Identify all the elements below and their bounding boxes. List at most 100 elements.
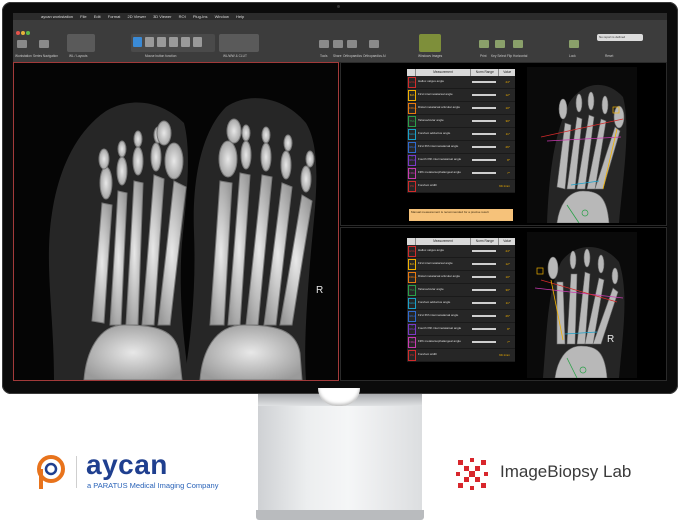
col-value: Value — [503, 70, 512, 74]
viewer-right-bottom[interactable]: Measurement Norm Range Value HVA Hallux v… — [340, 227, 667, 381]
norm-range-bar — [472, 185, 496, 187]
table-row: HVA Hallux valgus angle 24° — [407, 76, 515, 89]
series-navigation-button[interactable] — [39, 40, 49, 48]
row-value: 8° — [507, 158, 510, 162]
print-button[interactable] — [479, 40, 489, 48]
norm-range-bar — [472, 120, 496, 122]
row-name: Hallux valgus angle — [418, 248, 445, 253]
row-name: First intermetatarsal angle — [418, 92, 453, 97]
menu-roi[interactable]: ROI — [179, 14, 186, 19]
close-window-icon[interactable] — [16, 31, 20, 35]
viewer-right-top[interactable]: Measurement Norm Range Value HVA Hallux v… — [340, 62, 667, 226]
lock-button[interactable] — [569, 40, 579, 48]
warning-note: Manual measurement is recommended for a … — [409, 209, 513, 221]
menu-edit[interactable]: Edit — [94, 14, 101, 19]
annotated-foot-xray-bottom — [527, 232, 637, 378]
menu-app-name[interactable]: aycan workstation — [41, 14, 73, 19]
menu-2d-viewer[interactable]: 2D Viewer — [128, 14, 146, 19]
row-name: Forefoot adductus angle — [418, 131, 451, 136]
windows-images-label: Windows Images — [418, 54, 443, 58]
col-norm-range: Norm Range — [471, 238, 500, 245]
measurement-table-header: Measurement Norm Range Value — [407, 69, 515, 76]
tools-button[interactable] — [319, 40, 329, 48]
menu-window[interactable]: Window — [215, 14, 229, 19]
menu-plugins[interactable]: Plug-Ins — [193, 14, 208, 19]
viewer-left[interactable]: R — [13, 62, 339, 381]
zoom-window-icon[interactable] — [26, 31, 30, 35]
norm-range-bar — [472, 250, 496, 252]
flip-horizontal-button[interactable] — [513, 40, 523, 48]
table-row: MAA Forefoot adductus angle 11° — [407, 128, 515, 141]
mouse-function-group — [131, 34, 215, 52]
table-row: HVA Hallux valgus angle 24° — [407, 245, 515, 258]
row-name: First fifth intermetatarsal angle — [418, 313, 459, 318]
row-value: 12° — [505, 262, 510, 266]
row-code: FW — [408, 180, 416, 192]
stand-base — [256, 510, 424, 520]
row-name: Fourth fifth intermetatarsal angle — [418, 326, 462, 331]
wl-clut-selector[interactable] — [219, 34, 259, 52]
col-measurement: Measurement — [416, 238, 472, 245]
row-value: 99.1mm — [499, 353, 510, 357]
measure-tool-button[interactable] — [181, 37, 190, 47]
menu-help[interactable]: Help — [236, 14, 244, 19]
norm-range-bar — [472, 315, 496, 317]
share-label: Share — [333, 54, 342, 58]
measurement-table-bottom: Measurement Norm Range Value HVA Hallux v… — [407, 238, 515, 362]
norm-range-bar — [472, 276, 496, 278]
workstation-button[interactable] — [17, 40, 27, 48]
layout-selector[interactable] — [67, 34, 95, 52]
minimize-window-icon[interactable] — [21, 31, 25, 35]
row-value: 26° — [505, 145, 510, 149]
norm-range-bar — [472, 341, 496, 343]
key-select-button[interactable] — [495, 40, 505, 48]
row-name: Distal metatarsal articular angle — [418, 274, 461, 279]
row-value: 8° — [507, 327, 510, 331]
table-row: FMA Fifth metatarsophalangeal angle 7° — [407, 336, 515, 349]
row-code: IMA4-5 — [408, 323, 416, 340]
rotate-tool-button[interactable] — [169, 37, 178, 47]
row-value: 7° — [507, 171, 510, 175]
col-value: Value — [503, 239, 512, 243]
orthopaedics-button[interactable] — [347, 40, 357, 48]
menu-file[interactable]: File — [80, 14, 86, 19]
table-row: IMA1-5 First fifth intermetatarsal angle 2… — [407, 141, 515, 158]
share-button[interactable] — [333, 40, 343, 48]
pointer-tool-button[interactable] — [133, 37, 142, 47]
table-row: IMA First intermetatarsal angle 12° — [407, 89, 515, 102]
pan-tool-button[interactable] — [145, 37, 154, 47]
roi-tool-button[interactable] — [193, 37, 202, 47]
norm-range-bar — [472, 159, 496, 161]
row-name: Hallux valgus angle — [418, 79, 445, 84]
table-row: MAA Forefoot adductus angle 11° — [407, 297, 515, 310]
orthopaedics-label: Orthopaedics — [343, 54, 362, 58]
measurement-table-top: Measurement Norm Range Value HVA Hallux v… — [407, 69, 515, 193]
report-dropdown[interactable]: No report is defined — [597, 34, 643, 41]
row-value: 11° — [505, 132, 510, 136]
norm-range-bar — [472, 94, 496, 96]
menu-format[interactable]: Format — [108, 14, 121, 19]
menu-3d-viewer[interactable]: 3D Viewer — [153, 14, 171, 19]
foot-xray-bilateral — [14, 63, 338, 381]
row-code: IMA — [408, 89, 416, 101]
flip-horizontal-label: Flip Horizontal — [507, 54, 528, 58]
norm-range-bar — [472, 328, 496, 330]
row-code: IMA4-5 — [408, 154, 416, 171]
row-value: 99.1mm — [499, 184, 510, 188]
col-measurement: Measurement — [416, 69, 472, 76]
norm-range-bar — [472, 146, 496, 148]
table-row: IMA First intermetatarsal angle 12° — [407, 258, 515, 271]
imagebiopsy-wordmark: ImageBiopsy Lab — [500, 462, 632, 481]
row-code: DMAA — [408, 102, 417, 114]
windows-images-button[interactable] — [419, 34, 441, 52]
row-value: 11° — [505, 301, 510, 305]
webcam — [337, 5, 340, 8]
row-value: 7° — [507, 340, 510, 344]
series-navigation-label: Series Navigation — [33, 54, 58, 58]
row-code: IMA1-5 — [408, 141, 416, 158]
orthopaedics-ai-button[interactable] — [369, 40, 379, 48]
row-code: MAA — [408, 128, 416, 140]
row-code: HVA — [408, 245, 416, 257]
zoom-tool-button[interactable] — [157, 37, 166, 47]
aycan-wordmark: aycan — [86, 449, 168, 480]
